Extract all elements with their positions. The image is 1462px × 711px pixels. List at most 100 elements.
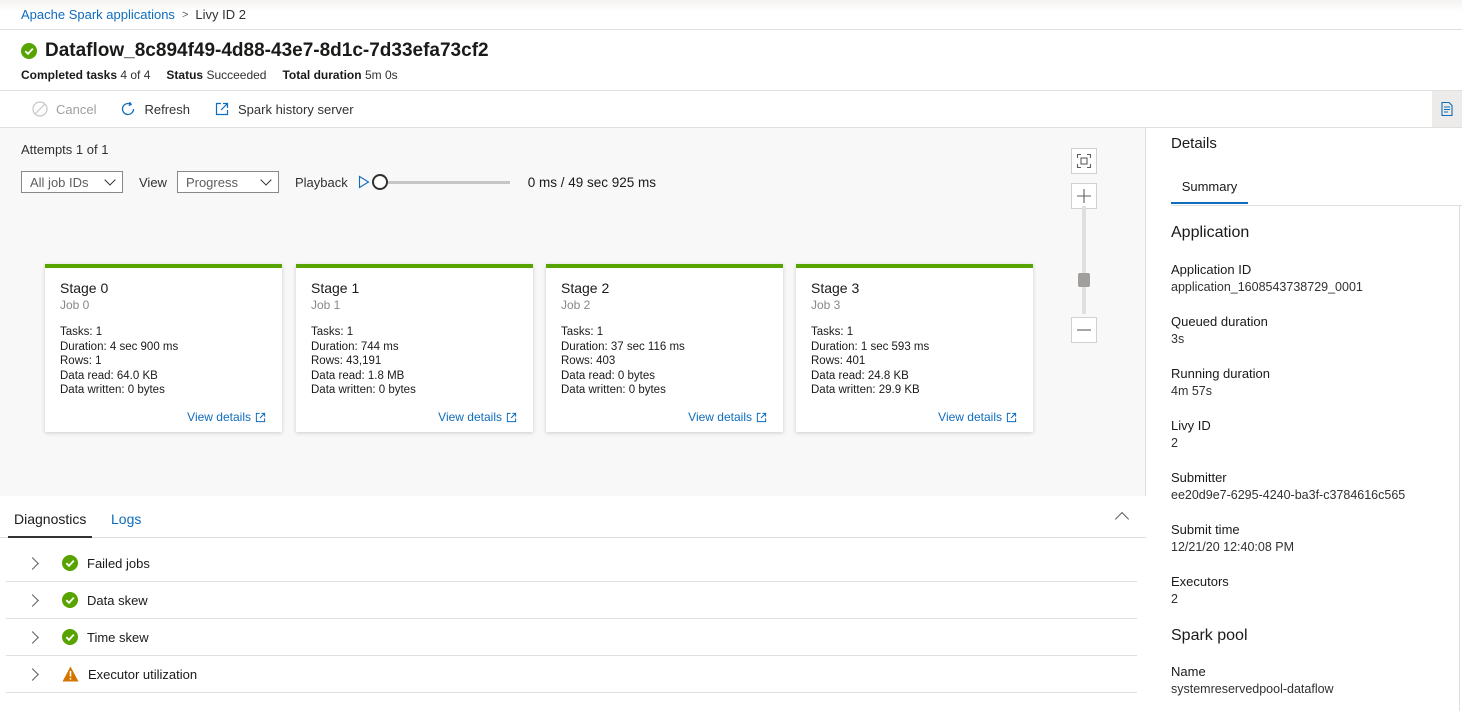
spark-history-server-button[interactable]: Spark history server <box>214 101 354 117</box>
diagnostic-row[interactable]: Time skew <box>6 619 1137 656</box>
external-link-icon <box>756 412 767 422</box>
view-dropdown-value: Progress <box>185 174 238 190</box>
diagnostic-label: Data skew <box>87 592 148 608</box>
refresh-icon <box>122 101 135 116</box>
play-button[interactable] <box>358 175 370 189</box>
zoom-slider-thumb[interactable] <box>1078 273 1090 287</box>
chevron-right-icon[interactable] <box>26 556 39 570</box>
detail-submitter: Submitter ee20d9e7-6295-4240-ba3f-c37846… <box>1171 470 1405 502</box>
diagnostic-row[interactable]: Failed jobs <box>6 545 1137 582</box>
stage-duration: Duration: 1 sec 593 ms <box>811 340 930 353</box>
job-ids-dropdown-value: All job IDs <box>30 174 89 190</box>
detail-label: Submit time <box>1171 522 1240 537</box>
details-title: Details <box>1171 135 1217 152</box>
detail-value: 12/21/20 12:40:08 PM <box>1171 540 1295 554</box>
diagnostic-label: Failed jobs <box>87 555 150 571</box>
chevron-up-icon[interactable] <box>1114 511 1130 527</box>
breadcrumb-root-link[interactable]: Apache Spark applications <box>21 7 175 22</box>
detail-label: Application ID <box>1171 262 1252 277</box>
diagnostic-label: Time skew <box>87 629 149 645</box>
detail-executors: Executors 2 <box>1171 574 1229 606</box>
divider <box>1171 205 1462 206</box>
stage-name: Stage 2 <box>561 280 610 296</box>
success-check-icon <box>21 43 45 59</box>
status-summary: Completed tasks 4 of 4 Status Succeeded … <box>21 68 398 82</box>
success-check-icon <box>62 555 78 571</box>
view-details-link[interactable]: View details <box>938 410 1017 424</box>
playback-slider[interactable] <box>371 173 510 190</box>
detail-running-duration: Running duration 4m 57s <box>1171 366 1270 398</box>
detail-label: Livy ID <box>1171 418 1211 433</box>
spark-history-server-label: Spark history server <box>238 101 354 117</box>
playback-label: Playback <box>294 174 348 190</box>
graph-controls: All job IDs View Progress Playback 0 ms … <box>21 170 656 194</box>
stage-card[interactable]: Stage 2 Job 2 Tasks: 1 Duration: 37 sec … <box>546 264 783 432</box>
breadcrumb-current: Livy ID 2 <box>195 7 246 22</box>
detail-label: Name <box>1171 664 1206 679</box>
cancel-button[interactable]: Cancel <box>32 101 96 117</box>
external-link-icon <box>506 412 517 422</box>
view-dropdown[interactable]: Progress <box>176 171 279 193</box>
detail-value: ee20d9e7-6295-4240-ba3f-c3784616c565 <box>1171 488 1406 502</box>
view-details-link[interactable]: View details <box>187 410 266 424</box>
stage-card[interactable]: Stage 0 Job 0 Tasks: 1 Duration: 4 sec 9… <box>45 264 282 432</box>
fit-screen-icon <box>1076 153 1092 169</box>
detail-value: 2 <box>1171 592 1178 606</box>
total-duration-label: Total duration <box>282 68 362 82</box>
details-panel: Details Summary Application Application … <box>1147 128 1462 711</box>
external-link-icon <box>255 412 266 422</box>
stage-rows: Rows: 403 <box>561 355 616 367</box>
view-details-link[interactable]: View details <box>688 410 767 424</box>
stage-rows: Rows: 1 <box>60 355 102 367</box>
minus-icon <box>1077 329 1091 331</box>
view-details-label: View details <box>688 410 752 424</box>
divider <box>1459 205 1460 711</box>
chevron-right-icon[interactable] <box>26 667 39 681</box>
detail-livy-id: Livy ID 2 <box>1171 418 1211 450</box>
external-link-icon <box>215 102 229 116</box>
stage-name: Stage 1 <box>311 280 360 296</box>
stage-job: Job 2 <box>561 298 591 312</box>
application-section-title: Application <box>1171 224 1250 241</box>
detail-value: 4m 57s <box>1171 384 1212 398</box>
refresh-button[interactable]: Refresh <box>120 101 190 117</box>
zoom-slider[interactable] <box>1082 206 1086 314</box>
plus-icon <box>1077 189 1091 203</box>
success-check-icon <box>62 629 78 645</box>
details-pane-toggle-button[interactable] <box>1432 91 1462 127</box>
chevron-down-icon <box>260 174 272 186</box>
detail-value: 3s <box>1171 332 1185 346</box>
stage-name: Stage 3 <box>811 280 860 296</box>
fit-to-screen-button[interactable] <box>1071 148 1097 174</box>
status-label: Status <box>166 68 204 82</box>
diagnostic-row[interactable]: Data skew <box>6 582 1137 619</box>
view-details-link[interactable]: View details <box>438 410 517 424</box>
stage-data-read: Data read: 24.8 KB <box>811 369 909 382</box>
tab-diagnostics[interactable]: Diagnostics <box>7 511 93 538</box>
completed-tasks-label: Completed tasks <box>21 68 118 82</box>
external-link-icon <box>1006 412 1017 422</box>
diagnostic-row[interactable]: Executor utilization <box>6 656 1137 693</box>
stage-duration: Duration: 37 sec 116 ms <box>561 340 685 353</box>
detail-value: application_1608543738729_0001 <box>1171 280 1363 294</box>
play-icon <box>358 175 370 189</box>
stage-card[interactable]: Stage 1 Job 1 Tasks: 1 Duration: 744 ms … <box>296 264 533 432</box>
playback-slider-thumb[interactable] <box>371 173 388 190</box>
chevron-right-icon[interactable] <box>26 593 39 607</box>
detail-queued-duration: Queued duration 3s <box>1171 314 1268 346</box>
success-check-icon <box>62 592 78 608</box>
status-value: Succeeded <box>206 68 267 82</box>
stage-data-written: Data written: 29.9 KB <box>811 384 920 396</box>
diagnostics-tab-bar: Diagnostics Logs <box>0 496 1146 538</box>
stage-card[interactable]: Stage 3 Job 3 Tasks: 1 Duration: 1 sec 5… <box>796 264 1033 432</box>
stage-stats: Tasks: 1 Duration: 744 ms Rows: 43,191 D… <box>311 325 518 398</box>
job-ids-dropdown[interactable]: All job IDs <box>21 171 123 193</box>
tab-logs[interactable]: Logs <box>111 511 141 527</box>
view-details-label: View details <box>187 410 251 424</box>
view-details-label: View details <box>938 410 1002 424</box>
stage-job: Job 0 <box>60 298 90 312</box>
tab-summary[interactable]: Summary <box>1171 179 1248 204</box>
chevron-right-icon[interactable] <box>26 630 39 644</box>
zoom-out-button[interactable] <box>1071 317 1097 343</box>
stage-data-written: Data written: 0 bytes <box>561 384 666 396</box>
